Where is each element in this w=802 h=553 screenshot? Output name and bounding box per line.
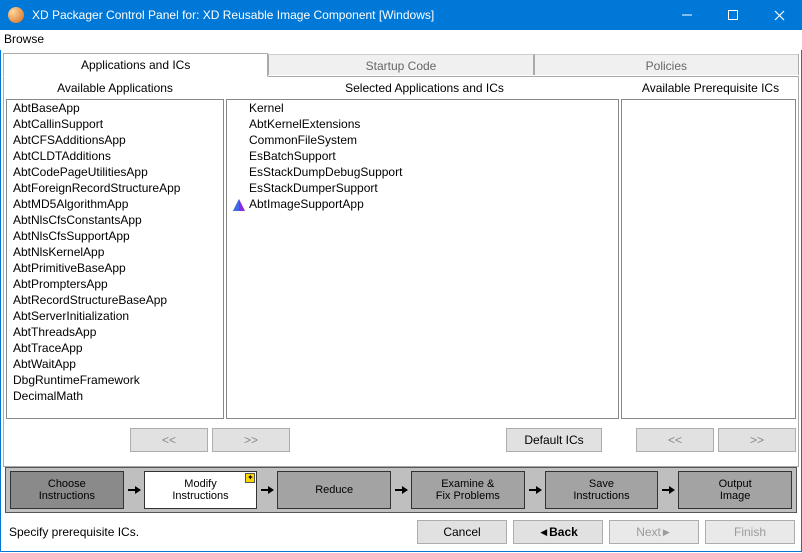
tab-page-applications: Available Applications Selected Applicat…: [3, 76, 799, 467]
prereq-move-left-button[interactable]: <<: [636, 428, 714, 452]
list-item[interactable]: AbtPrimitiveBaseApp: [7, 260, 223, 276]
finish-button[interactable]: Finish: [705, 520, 795, 544]
default-ics-button[interactable]: Default ICs: [506, 428, 602, 452]
wizard-step[interactable]: SaveInstructions: [545, 471, 659, 509]
move-right-button[interactable]: >>: [212, 428, 290, 452]
wizard-step[interactable]: ModifyInstructions✦: [144, 471, 258, 509]
column-headers: Available Applications Selected Applicat…: [4, 77, 798, 99]
status-text: Specify prerequisite ICs.: [7, 525, 411, 539]
prereq-ics-list[interactable]: [621, 99, 796, 419]
wizard-step[interactable]: Examine &Fix Problems: [411, 471, 525, 509]
menu-browse[interactable]: Browse: [4, 32, 44, 46]
titlebar: XD Packager Control Panel for: XD Reusab…: [0, 0, 802, 30]
lists-row: AbtBaseAppAbtCallinSupportAbtCFSAddition…: [4, 99, 798, 419]
wizard-step[interactable]: ChooseInstructions: [10, 471, 124, 509]
minimize-button[interactable]: [664, 0, 710, 30]
wizard-step[interactable]: Reduce: [277, 471, 391, 509]
maximize-button[interactable]: [710, 0, 756, 30]
list-item[interactable]: DecimalMath: [7, 388, 223, 404]
client-area: Applications and ICs Startup Code Polici…: [0, 50, 802, 552]
back-button[interactable]: ◀Back: [513, 520, 603, 544]
prereq-move-right-button[interactable]: >>: [718, 428, 796, 452]
list-item[interactable]: AbtCallinSupport: [7, 116, 223, 132]
triangle-left-icon: ◀: [540, 527, 547, 538]
list-item[interactable]: AbtServerInitialization: [7, 308, 223, 324]
transfer-buttons-row: << >> Default ICs << >>: [4, 425, 798, 455]
arrow-right-icon: [660, 482, 676, 498]
tab-applications[interactable]: Applications and ICs: [3, 53, 268, 77]
close-icon: [774, 10, 785, 21]
tab-policies[interactable]: Policies: [534, 54, 799, 75]
window-title: XD Packager Control Panel for: XD Reusab…: [32, 8, 664, 22]
list-item[interactable]: AbtCodePageUtilitiesApp: [7, 164, 223, 180]
list-item[interactable]: EsStackDumpDebugSupport: [227, 164, 618, 180]
menubar: Browse: [0, 30, 802, 50]
next-button[interactable]: Next▶: [609, 520, 699, 544]
list-item[interactable]: AbtMD5AlgorithmApp: [7, 196, 223, 212]
footer-row: Specify prerequisite ICs. Cancel ◀Back N…: [3, 517, 799, 551]
wizard-step[interactable]: OutputImage: [678, 471, 792, 509]
list-item[interactable]: AbtKernelExtensions: [227, 116, 618, 132]
header-prereq-ics: Available Prerequisite ICs: [623, 77, 798, 99]
list-item[interactable]: AbtRecordStructureBaseApp: [7, 292, 223, 308]
arrow-right-icon: [126, 482, 142, 498]
component-icon: [233, 199, 245, 211]
app-icon: [8, 7, 24, 23]
list-item[interactable]: AbtPromptersApp: [7, 276, 223, 292]
header-available-apps: Available Applications: [4, 77, 226, 99]
list-item[interactable]: AbtWaitApp: [7, 356, 223, 372]
back-label: Back: [549, 525, 578, 539]
list-item[interactable]: AbtNlsKernelApp: [7, 244, 223, 260]
minimize-icon: [682, 10, 692, 20]
list-item[interactable]: AbtCLDTAdditions: [7, 148, 223, 164]
list-item[interactable]: AbtImageSupportApp: [227, 196, 618, 212]
list-item[interactable]: AbtCFSAdditionsApp: [7, 132, 223, 148]
triangle-right-icon: ▶: [663, 527, 670, 538]
next-label: Next: [636, 525, 661, 539]
list-item[interactable]: AbtBaseApp: [7, 100, 223, 116]
wizard-strip: ChooseInstructions ModifyInstructions✦ Red…: [5, 467, 797, 513]
close-button[interactable]: [756, 0, 802, 30]
list-item[interactable]: Kernel: [227, 100, 618, 116]
arrow-right-icon: [259, 482, 275, 498]
arrow-right-icon: [393, 482, 409, 498]
list-item[interactable]: AbtNlsCfsSupportApp: [7, 228, 223, 244]
list-item[interactable]: DbgRuntimeFramework: [7, 372, 223, 388]
list-item[interactable]: EsStackDumperSupport: [227, 180, 618, 196]
attention-icon: ✦: [245, 473, 255, 483]
available-apps-list[interactable]: AbtBaseAppAbtCallinSupportAbtCFSAddition…: [6, 99, 224, 419]
list-item[interactable]: EsBatchSupport: [227, 148, 618, 164]
list-item[interactable]: AbtNlsCfsConstantsApp: [7, 212, 223, 228]
header-selected: Selected Applications and ICs: [226, 77, 623, 99]
list-item[interactable]: AbtForeignRecordStructureApp: [7, 180, 223, 196]
list-item[interactable]: CommonFileSystem: [227, 132, 618, 148]
selected-list[interactable]: KernelAbtKernelExtensionsCommonFileSyste…: [226, 99, 619, 419]
tab-startup-code[interactable]: Startup Code: [268, 54, 533, 75]
cancel-button[interactable]: Cancel: [417, 520, 507, 544]
list-item[interactable]: AbtTraceApp: [7, 340, 223, 356]
maximize-icon: [728, 10, 738, 20]
move-left-button[interactable]: <<: [130, 428, 208, 452]
arrow-right-icon: [527, 482, 543, 498]
list-item[interactable]: AbtThreadsApp: [7, 324, 223, 340]
tab-row: Applications and ICs Startup Code Polici…: [3, 52, 799, 76]
